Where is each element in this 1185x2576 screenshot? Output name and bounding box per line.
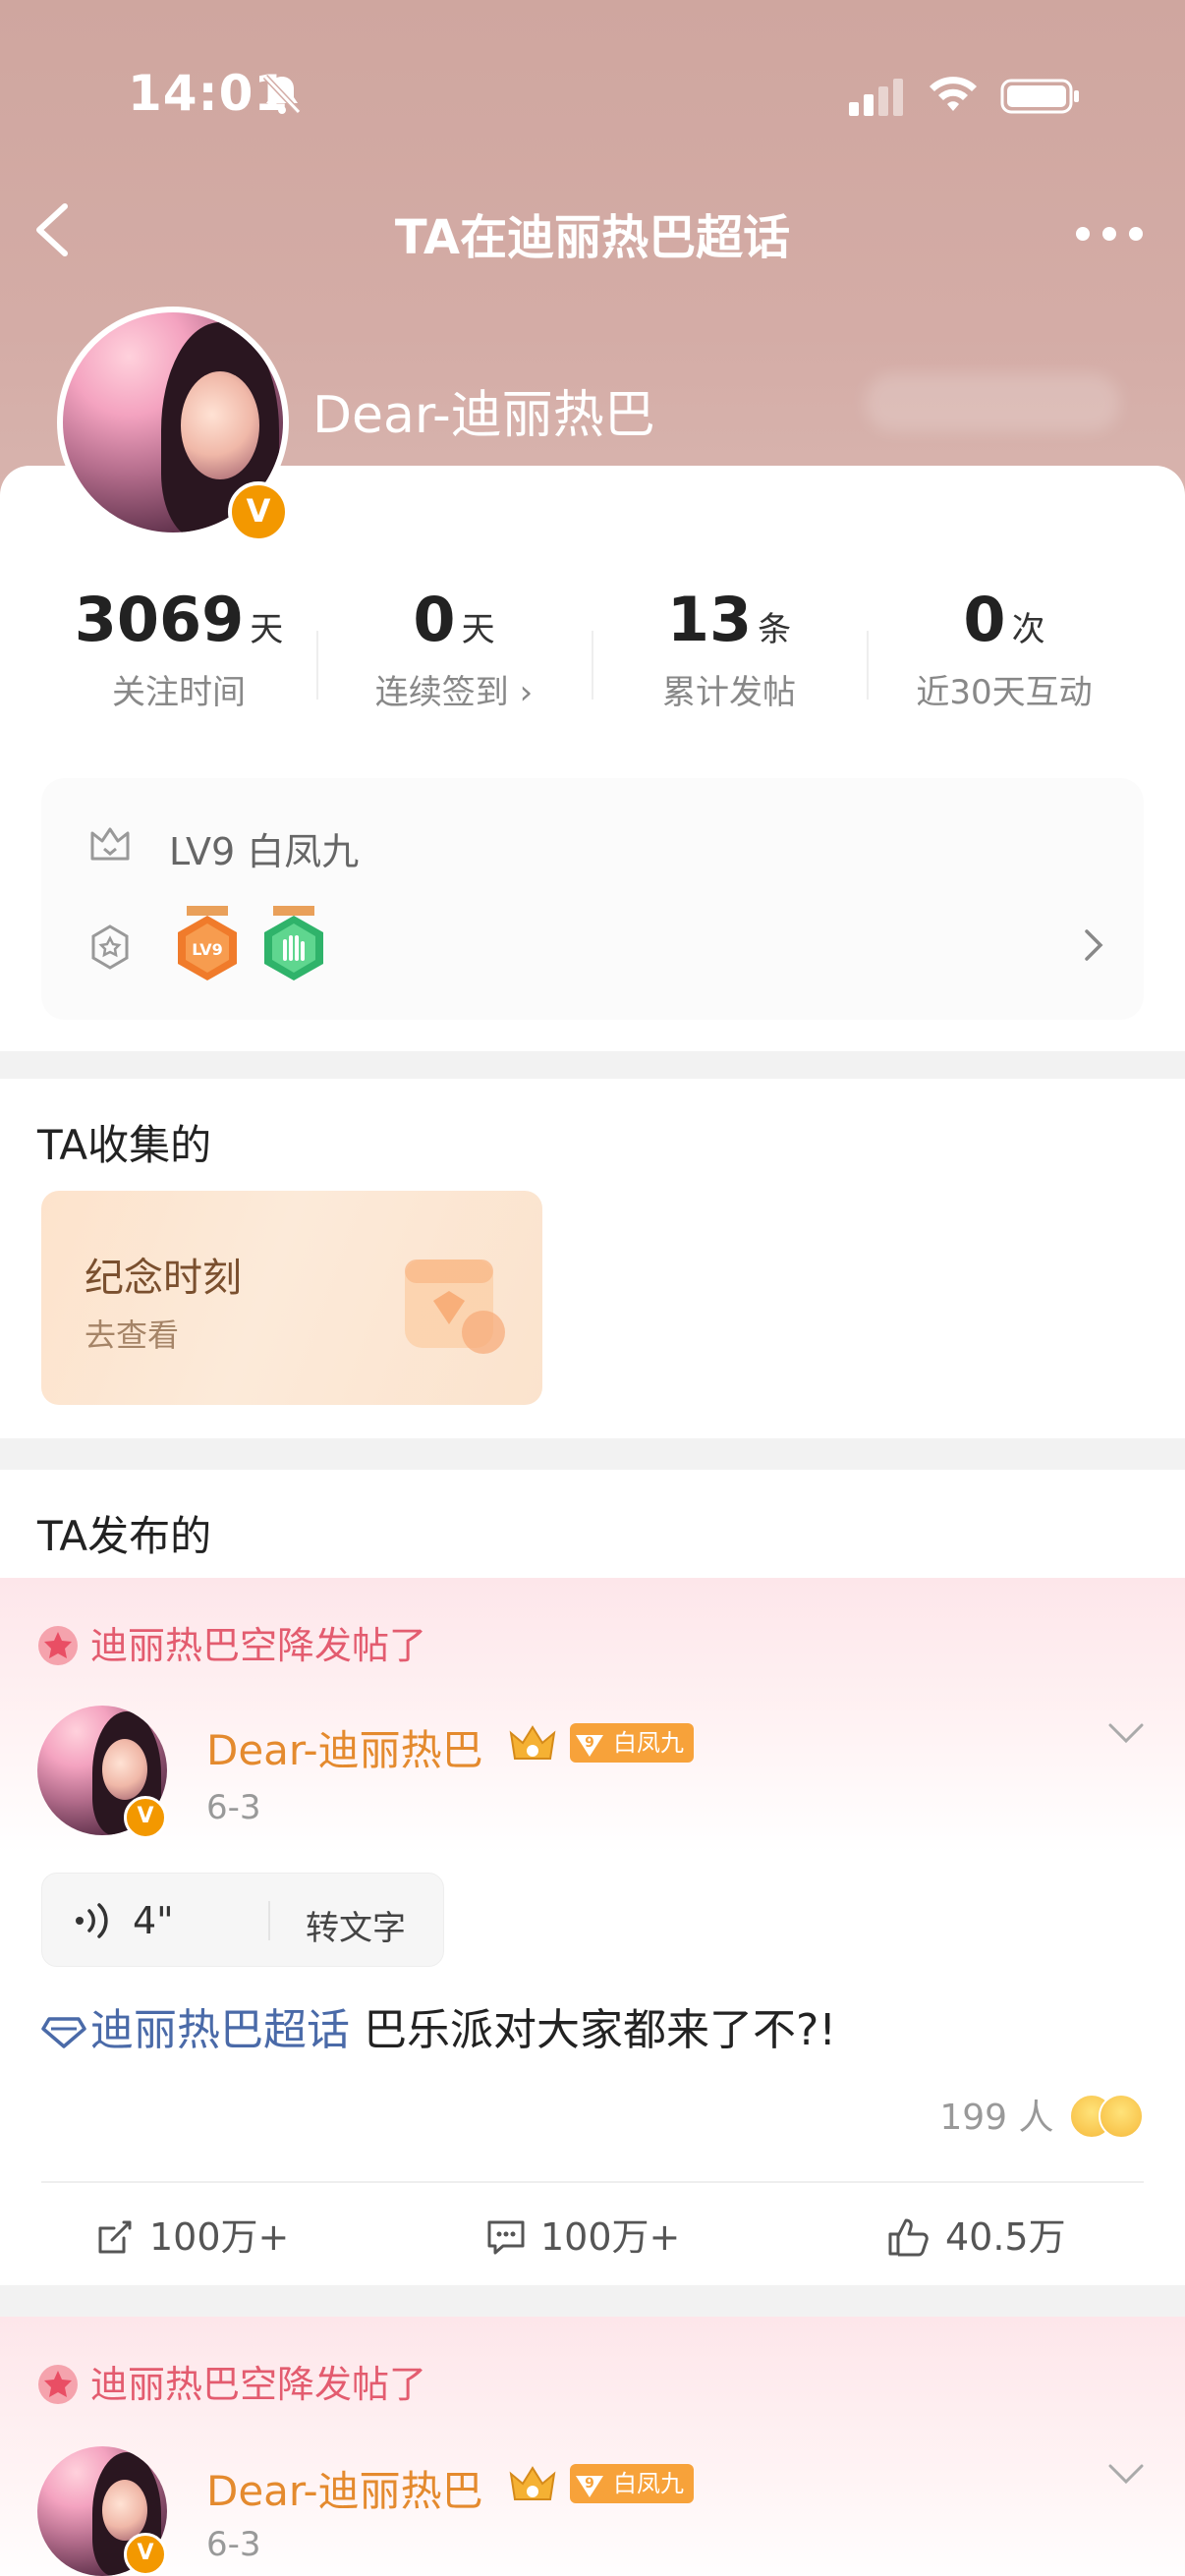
- blurred-region: [865, 373, 1120, 432]
- stat-label: 近30天互动: [916, 673, 1093, 712]
- level-tag: 9 白凤九: [570, 1723, 694, 1763]
- stat-label: 连续签到 ›: [374, 673, 534, 712]
- section-title: TA收集的: [37, 1121, 212, 1169]
- post-text: 迪丽热巴超话 巴乐派对大家都来了不?!: [41, 1994, 836, 2057]
- airdrop-banner: 迪丽热巴空降发帖了: [37, 1615, 426, 1669]
- stat-value: 3069: [74, 584, 245, 655]
- star-icon: [38, 2365, 78, 2404]
- level-tag: 9 白凤九: [570, 2464, 694, 2503]
- airdrop-text: 迪丽热巴空降发帖了: [90, 1624, 427, 1667]
- like-button[interactable]: 40.5万: [886, 2207, 1066, 2261]
- post-date: 6-3: [206, 2525, 261, 2564]
- voice-message[interactable]: 4" 转文字: [41, 1873, 444, 1967]
- collected-section: TA收集的 纪念时刻 去查看: [0, 1079, 1185, 1438]
- post-card[interactable]: 迪丽热巴空降发帖了 V Dear-迪丽热巴 9 白凤九 6-3: [0, 2317, 1185, 2576]
- laugh-emoji-icon: [1099, 2094, 1144, 2139]
- level-badges-panel[interactable]: LV9 白凤九 LV9: [41, 778, 1144, 1020]
- convert-to-text-button[interactable]: 转文字: [306, 1901, 406, 1949]
- post-author[interactable]: Dear-迪丽热巴: [206, 1717, 483, 1777]
- profile-stats-card: 3069 天 关注时间 0天 连续签到 › 13 条 累计发帖 0次 近30天互动 …: [0, 466, 1185, 1051]
- comment-button[interactable]: 100万+: [485, 2207, 680, 2261]
- share-button[interactable]: 100万+: [94, 2207, 289, 2261]
- medal-outline-icon: [91, 924, 129, 970]
- level-badge-icon: LV9: [178, 906, 237, 980]
- chevron-down-icon[interactable]: [1106, 1721, 1146, 1745]
- level-tag-text: 白凤九: [613, 1729, 684, 1757]
- voice-duration: 4": [133, 1899, 174, 1942]
- memento-link: 去查看: [85, 1316, 180, 1354]
- divider: [268, 1901, 270, 1940]
- sound-wave-icon: [76, 1903, 108, 1938]
- stat-follow-days: 3069 天 关注时间: [41, 584, 316, 713]
- share-icon: [98, 2220, 132, 2254]
- divider: [41, 2181, 1144, 2183]
- like-count: 40.5万: [945, 2215, 1066, 2259]
- crown-icon: [509, 2466, 556, 2500]
- battery-icon: [1000, 79, 1079, 114]
- stat-value: 0: [963, 584, 1006, 655]
- calendar-gift-icon: [405, 1260, 505, 1354]
- mute-bell-icon: [262, 74, 302, 115]
- post-body: 巴乐派对大家都来了不?!: [350, 2005, 836, 2055]
- stat-label: 累计发帖: [662, 673, 796, 712]
- post-date: 6-3: [206, 1788, 261, 1827]
- star-icon: [38, 1626, 78, 1665]
- reaction-count: 199 人: [939, 2098, 1054, 2138]
- stat-interactions: 0次 近30天互动: [867, 584, 1142, 713]
- nav-bar: TA在迪丽热巴超话: [0, 177, 1185, 285]
- comment-count: 100万+: [540, 2215, 681, 2259]
- stat-unit: 天: [250, 610, 284, 649]
- stat-label: 关注时间: [112, 673, 246, 712]
- stat-unit: 次: [1011, 610, 1045, 649]
- post-author[interactable]: Dear-迪丽热巴: [206, 2458, 483, 2518]
- thumbs-up-icon: [888, 2218, 929, 2257]
- section-title: TA发布的: [37, 1512, 212, 1560]
- topic-diamond-icon: [41, 2017, 86, 2048]
- verified-badge-icon: V: [124, 1796, 167, 1839]
- level-text: LV9 白凤九: [169, 830, 360, 873]
- level-gem-icon: 9: [576, 2476, 603, 2497]
- crown-icon: [509, 1725, 556, 1760]
- topic-link[interactable]: 迪丽热巴超话: [90, 2005, 350, 2055]
- posted-section-header: TA发布的: [0, 1470, 1185, 1578]
- verified-badge-icon: V: [228, 481, 289, 542]
- stat-unit: 天: [461, 610, 495, 649]
- wifi-icon: [930, 77, 977, 111]
- verified-badge-icon: V: [124, 2533, 167, 2576]
- reactions-summary[interactable]: 199 人: [939, 2089, 1144, 2140]
- stat-checkin-days[interactable]: 0天 连续签到 ›: [316, 584, 592, 713]
- airdrop-banner: 迪丽热巴空降发帖了: [37, 2354, 426, 2408]
- page-title: TA在迪丽热巴超话: [394, 210, 791, 265]
- airdrop-text: 迪丽热巴空降发帖了: [90, 2363, 427, 2406]
- level-gem-icon: 9: [576, 1735, 603, 1757]
- stat-value: 0: [413, 584, 456, 655]
- more-icon[interactable]: [1075, 224, 1144, 244]
- memento-title: 纪念时刻: [85, 1256, 242, 1301]
- level-num: 9: [585, 1735, 594, 1751]
- crown-outline-icon: [90, 827, 130, 861]
- chevron-right-icon: [1085, 929, 1103, 961]
- post-card[interactable]: 迪丽热巴空降发帖了 V Dear-迪丽热巴 9 白凤九 6-3 4" 转文字 迪丽…: [0, 1578, 1185, 2285]
- chevron-down-icon[interactable]: [1106, 2462, 1146, 2486]
- level-num: 9: [585, 2476, 594, 2492]
- share-count: 100万+: [149, 2215, 290, 2259]
- status-bar: 14:01: [0, 0, 1185, 196]
- level-tag-text: 白凤九: [613, 2470, 684, 2497]
- stat-posts: 13 条 累计发帖: [592, 584, 867, 713]
- profile-name: Dear-迪丽热巴: [312, 386, 655, 445]
- green-hand-badge-icon: [264, 906, 323, 980]
- signal-icon: [849, 79, 903, 116]
- stat-unit: 条: [758, 610, 792, 649]
- memento-card[interactable]: 纪念时刻 去查看: [41, 1191, 542, 1405]
- badge-level-label: LV9: [192, 940, 223, 959]
- comment-icon: [487, 2220, 525, 2255]
- stat-value: 13: [666, 584, 753, 655]
